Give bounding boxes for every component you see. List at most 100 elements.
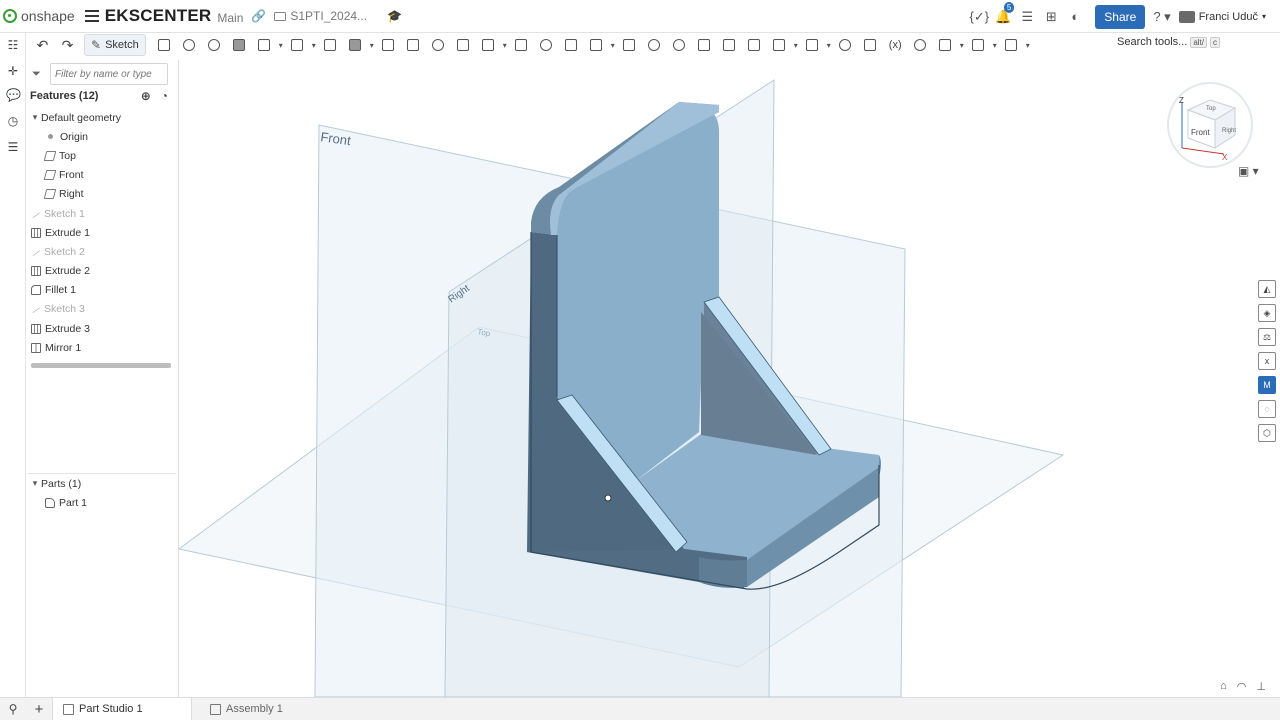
section-view-icon[interactable]: ⬡ [1258,424,1276,442]
search-tabs-icon[interactable]: ⚲ [0,702,26,716]
plane-tool-icon[interactable] [742,34,767,56]
thread-tool-icon[interactable] [999,34,1024,56]
fillet-tool-icon[interactable] [285,34,310,56]
share-button[interactable]: Share [1095,4,1146,29]
chevron-down-icon[interactable]: ▾ [1024,41,1032,50]
filter-icon[interactable]: ⏷ [32,68,43,80]
chevron-down-icon[interactable]: ▾ [792,41,800,50]
chevron-down-icon[interactable]: ▾ [609,41,617,50]
history-icon[interactable]: ◷ [6,114,20,128]
chevron-down-icon[interactable]: ▾ [825,41,833,50]
chevron-down-icon[interactable]: ▾ [368,41,376,50]
bill-of-materials-icon[interactable]: ☰ [6,140,20,154]
extrude-tool-icon[interactable] [152,34,177,56]
replace-face-tool-icon[interactable] [692,34,717,56]
hole-tool-icon[interactable] [426,34,451,56]
add-feature-icon[interactable]: ✛ [6,64,20,78]
feature-item[interactable]: Front [26,166,179,185]
display-mode-icon[interactable]: ⊥ [1256,680,1266,693]
add-folder-icon[interactable]: ⊕ [141,89,151,103]
render-panel-icon[interactable]: ◌ [1258,400,1276,418]
mate-connector-tool-icon[interactable] [767,34,792,56]
variables-panel-icon[interactable]: x [1258,352,1276,370]
app-store-icon[interactable]: ⊞ [1039,9,1063,25]
shell-tool-icon[interactable] [401,34,426,56]
user-menu[interactable]: Franci Uduč ▾ [1178,10,1266,23]
feature-item[interactable]: Extrude 3 [26,319,179,338]
feature-item[interactable]: Extrude 1 [26,223,179,242]
part-item[interactable]: Part 1 [26,493,179,512]
revolve-tool-icon[interactable] [177,34,202,56]
parts-panel-icon[interactable]: ◈ [1258,304,1276,322]
rib-tool-icon[interactable] [376,34,401,56]
menu-icon[interactable] [84,10,99,22]
chevron-down-icon[interactable]: ▾ [991,41,999,50]
wrap-tool-icon[interactable] [858,34,883,56]
measure-tool-icon[interactable] [833,34,858,56]
chevron-down-icon[interactable]: ▾ [958,41,966,50]
measure-panel-icon[interactable]: M [1258,376,1276,394]
loft-tool-icon[interactable] [227,34,252,56]
move-face-tool-icon[interactable] [667,34,692,56]
undo-icon[interactable]: ↶ [30,34,55,56]
sketch-button[interactable]: ✎ Sketch [84,34,146,56]
help-icon[interactable]: ? ▾ [1153,9,1170,25]
chevron-down-icon[interactable]: ▾ [501,41,509,50]
sweep-tool-icon[interactable] [202,34,227,56]
view-options-icon[interactable]: ▣ ▾ [1238,164,1259,178]
folder-breadcrumb[interactable]: S1PTI_2024... [274,9,367,23]
variables-icon[interactable]: {✓} [967,9,991,25]
cylinder-tool-icon[interactable] [451,34,476,56]
helix-tool-icon[interactable] [800,34,825,56]
tab-assembly[interactable]: Assembly 1 [200,698,293,720]
chevron-down-icon[interactable]: ▾ [277,41,285,50]
compound-tool-icon[interactable] [908,34,933,56]
delete-part-tool-icon[interactable] [617,34,642,56]
mirror-tool-icon[interactable] [509,34,534,56]
boolean-tool-icon[interactable] [534,34,559,56]
learning-icon[interactable]: ◐ [1063,9,1087,24]
transform-tool-icon[interactable] [584,34,609,56]
offset-surface-tool-icon[interactable] [717,34,742,56]
graphics-viewport[interactable]: Front Right Top [179,57,1254,697]
named-views-icon[interactable]: ⌂ [1220,680,1227,693]
panel-resize-handle[interactable] [31,363,171,368]
chevron-down-icon[interactable]: ▾ [29,478,41,489]
appearance-panel-icon[interactable]: ◭ [1258,280,1276,298]
sheet-metal-tool-icon[interactable] [933,34,958,56]
feature-item[interactable]: Sketch 1 [26,204,179,223]
chevron-down-icon[interactable]: ▾ [29,112,41,123]
modify-fillet-tool-icon[interactable] [642,34,667,56]
onshape-logo[interactable]: onshape [3,8,75,24]
draft-tool-icon[interactable] [343,34,368,56]
tree-group-parts[interactable]: ▾ Parts (1) [26,474,179,493]
notifications-icon[interactable]: 🔔 5 [991,1,1015,25]
chevron-down-icon[interactable]: ▾ [310,41,318,50]
feature-item[interactable]: Sketch 3 [26,300,179,319]
thicken-tool-icon[interactable] [252,34,277,56]
search-tools[interactable]: Search tools... alt/ c [1117,36,1220,48]
feature-item[interactable]: Origin [26,127,179,146]
feature-item[interactable]: Fillet 1 [26,281,179,300]
tree-group-default-geometry[interactable]: ▾ Default geometry [26,108,179,127]
pattern-tool-icon[interactable] [476,34,501,56]
link-icon[interactable]: 🔗 [251,9,266,23]
section-icon[interactable]: ◠ [1237,680,1247,693]
comments-icon[interactable]: 💬 [6,88,21,102]
redo-icon[interactable]: ↷ [55,34,80,56]
split-tool-icon[interactable] [559,34,584,56]
feature-item[interactable]: Right [26,185,179,204]
frame-tool-icon[interactable] [966,34,991,56]
chamfer-tool-icon[interactable] [318,34,343,56]
education-icon[interactable]: 🎓 [387,9,402,23]
rollback-timer-icon[interactable]: ◔ [161,89,168,103]
feature-list-icon[interactable]: ☷ [6,38,20,52]
mass-properties-icon[interactable]: ⚖ [1258,328,1276,346]
document-list-icon[interactable]: ☰ [1015,9,1039,25]
variable-tool-icon[interactable]: (x) [883,34,908,56]
feature-item[interactable]: Sketch 2 [26,242,179,261]
add-tab-icon[interactable]: + [26,701,52,718]
document-title[interactable]: EKSCENTER [105,6,212,26]
branch-label[interactable]: Main [217,11,243,25]
tab-part-studio[interactable]: Part Studio 1 [52,697,192,720]
